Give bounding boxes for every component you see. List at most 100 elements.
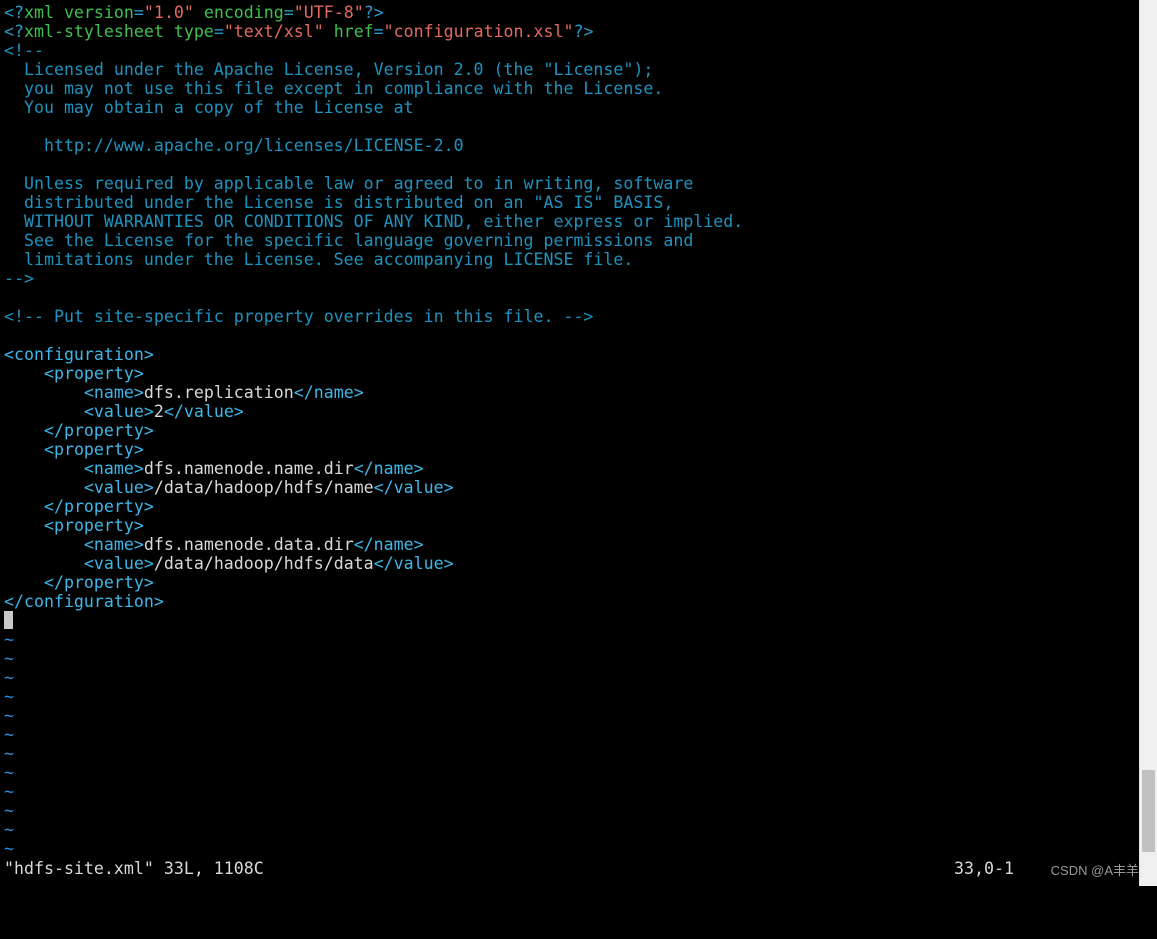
- empty-line-marker: ~: [4, 744, 1138, 763]
- tilde-marker: ~: [4, 839, 14, 858]
- xml-tag: </name>: [293, 383, 364, 402]
- code-line[interactable]: <property>: [4, 364, 1138, 383]
- code-line[interactable]: <?xml version="1.0" encoding="UTF-8"?>: [4, 3, 1138, 22]
- editor-buffer[interactable]: <?xml version="1.0" encoding="UTF-8"?> <?…: [4, 3, 1138, 858]
- cursor-line[interactable]: [4, 611, 1138, 630]
- tilde-marker: ~: [4, 630, 14, 649]
- xml-declaration: =: [373, 22, 384, 41]
- code-line[interactable]: <value>2</value>: [4, 402, 1138, 421]
- xml-declaration: <?: [4, 22, 24, 41]
- code-line[interactable]: </property>: [4, 421, 1138, 440]
- xml-declaration: =: [133, 3, 144, 22]
- text-content: 2: [153, 402, 164, 421]
- code-line[interactable]: Licensed under the Apache License, Versi…: [4, 60, 1138, 79]
- code-line[interactable]: </property>: [4, 497, 1138, 516]
- xml-tag: <value>: [83, 478, 154, 497]
- xml-tag: <configuration>: [4, 345, 154, 364]
- xml-tag: <property>: [43, 440, 144, 459]
- code-line[interactable]: http://www.apache.org/licenses/LICENSE-2…: [4, 136, 1138, 155]
- comment: Unless required by applicable law or agr…: [4, 174, 694, 193]
- attribute: href: [323, 22, 374, 41]
- text-content: [4, 516, 44, 535]
- string-literal: "1.0": [143, 3, 194, 22]
- text-content: [4, 554, 84, 573]
- code-line[interactable]: distributed under the License is distrib…: [4, 193, 1138, 212]
- comment: Licensed under the Apache License, Versi…: [4, 60, 654, 79]
- code-line[interactable]: You may obtain a copy of the License at: [4, 98, 1138, 117]
- tilde-marker: ~: [4, 668, 14, 687]
- code-line[interactable]: <!--: [4, 41, 1138, 60]
- string-literal: "UTF-8": [293, 3, 364, 22]
- code-line[interactable]: <!-- Put site-specific property override…: [4, 307, 1138, 326]
- attribute: xml version: [23, 3, 134, 22]
- text-cursor: [4, 611, 13, 629]
- code-line[interactable]: -->: [4, 269, 1138, 288]
- xml-tag: </name>: [353, 535, 424, 554]
- code-line[interactable]: <name>dfs.namenode.name.dir</name>: [4, 459, 1138, 478]
- text-content: [4, 440, 44, 459]
- code-line[interactable]: See the License for the specific languag…: [4, 231, 1138, 250]
- attribute: encoding: [193, 3, 284, 22]
- comment: -->: [4, 269, 34, 288]
- code-line[interactable]: you may not use this file except in comp…: [4, 79, 1138, 98]
- text-content: [4, 497, 44, 516]
- text-content: [4, 364, 44, 383]
- code-line[interactable]: <name>dfs.replication</name>: [4, 383, 1138, 402]
- scrollbar-thumb[interactable]: [1142, 770, 1155, 852]
- code-line[interactable]: [4, 117, 1138, 136]
- text-content: dfs.replication: [143, 383, 294, 402]
- code-line[interactable]: </property>: [4, 573, 1138, 592]
- tilde-marker: ~: [4, 706, 14, 725]
- code-line[interactable]: <property>: [4, 516, 1138, 535]
- code-line[interactable]: <?xml-stylesheet type="text/xsl" href="c…: [4, 22, 1138, 41]
- code-line[interactable]: [4, 155, 1138, 174]
- xml-tag: </configuration>: [4, 592, 164, 611]
- comment: limitations under the License. See accom…: [4, 250, 634, 269]
- xml-declaration: =: [283, 3, 294, 22]
- text-content: [4, 535, 84, 554]
- text-content: [4, 383, 84, 402]
- empty-line-marker: ~: [4, 763, 1138, 782]
- watermark: CSDN @A丰羊: [1050, 863, 1139, 878]
- code-line[interactable]: [4, 326, 1138, 345]
- empty-line-marker: ~: [4, 801, 1138, 820]
- text-content: [4, 573, 44, 592]
- comment: WITHOUT WARRANTIES OR CONDITIONS OF ANY …: [4, 212, 744, 231]
- empty-line-marker: ~: [4, 706, 1138, 725]
- text-content: /data/hadoop/hdfs/name: [153, 478, 374, 497]
- xml-tag: </property>: [43, 421, 154, 440]
- xml-tag: <name>: [83, 383, 144, 402]
- code-line[interactable]: <name>dfs.namenode.data.dir</name>: [4, 535, 1138, 554]
- tilde-marker: ~: [4, 649, 14, 668]
- tilde-marker: ~: [4, 820, 14, 839]
- empty-line-marker: ~: [4, 839, 1138, 858]
- tilde-marker: ~: [4, 763, 14, 782]
- code-line[interactable]: [4, 288, 1138, 307]
- text-content: [4, 421, 44, 440]
- xml-tag: </value>: [163, 402, 244, 421]
- xml-declaration: =: [213, 22, 224, 41]
- code-line[interactable]: <value>/data/hadoop/hdfs/data</value>: [4, 554, 1138, 573]
- xml-declaration: ?>: [573, 22, 594, 41]
- code-line[interactable]: WITHOUT WARRANTIES OR CONDITIONS OF ANY …: [4, 212, 1138, 231]
- vertical-scrollbar[interactable]: [1139, 0, 1157, 886]
- code-line[interactable]: Unless required by applicable law or agr…: [4, 174, 1138, 193]
- code-line[interactable]: <configuration>: [4, 345, 1138, 364]
- code-line[interactable]: <value>/data/hadoop/hdfs/name</value>: [4, 478, 1138, 497]
- file-info: "hdfs-site.xml" 33L, 1108C: [4, 859, 264, 878]
- comment: you may not use this file except in comp…: [4, 79, 664, 98]
- string-literal: "configuration.xsl": [383, 22, 574, 41]
- tilde-marker: ~: [4, 687, 14, 706]
- code-line[interactable]: </configuration>: [4, 592, 1138, 611]
- xml-tag: <name>: [83, 535, 144, 554]
- attribute: xml-stylesheet type: [23, 22, 214, 41]
- text-content: [4, 459, 84, 478]
- comment: See the License for the specific languag…: [4, 231, 694, 250]
- text-content: /data/hadoop/hdfs/data: [153, 554, 374, 573]
- code-line[interactable]: limitations under the License. See accom…: [4, 250, 1138, 269]
- status-line: "hdfs-site.xml" 33L, 1108C 33,0-1 CSDN @…: [4, 859, 1139, 879]
- text-content: dfs.namenode.name.dir: [143, 459, 354, 478]
- empty-line-marker: ~: [4, 649, 1138, 668]
- xml-tag: </name>: [353, 459, 424, 478]
- code-line[interactable]: <property>: [4, 440, 1138, 459]
